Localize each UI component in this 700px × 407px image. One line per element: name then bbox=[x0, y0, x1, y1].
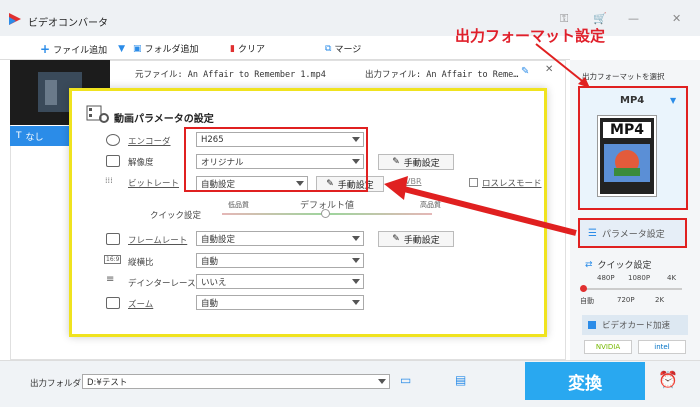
output-folder-value: D:¥テスト bbox=[87, 377, 128, 388]
convert-button[interactable]: 変換 bbox=[525, 362, 645, 400]
annotation-arrows bbox=[384, 43, 590, 236]
folder-open-icon[interactable]: ▭ bbox=[400, 373, 411, 387]
output-folder-label: 出力フォルダ： bbox=[30, 379, 90, 389]
chevron-down-icon bbox=[378, 379, 386, 384]
alarm-clock-icon[interactable]: ⏰ bbox=[658, 370, 678, 389]
output-folder-select[interactable]: D:¥テスト bbox=[82, 374, 390, 389]
folder-browse-icon[interactable]: ▤ bbox=[455, 373, 466, 387]
